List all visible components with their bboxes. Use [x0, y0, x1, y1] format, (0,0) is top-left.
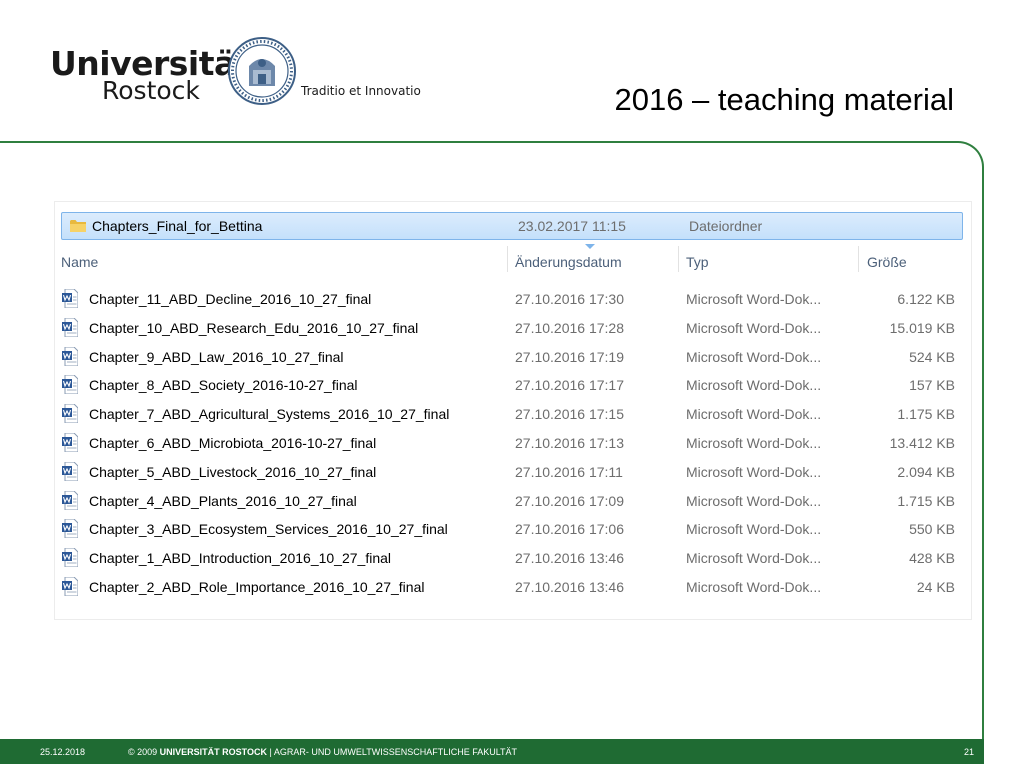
file-modified-date: 27.10.2016 17:19 — [515, 348, 624, 365]
file-name: Chapter_9_ABD_Law_2016_10_27_final — [89, 348, 344, 365]
sort-arrow-icon — [585, 244, 595, 249]
file-type: Microsoft Word-Dok... — [686, 291, 822, 307]
file-explorer: Chapters_Final_for_Bettina 23.02.2017 11… — [54, 201, 972, 620]
file-name: Chapter_7_ABD_Agricultural_Systems_2016_… — [89, 406, 450, 423]
file-size: 524 KB — [909, 348, 955, 365]
file-size: 1.175 KB — [897, 406, 955, 423]
word-document-icon — [62, 346, 78, 366]
file-modified-date: 27.10.2016 17:15 — [515, 406, 624, 423]
file-row[interactable]: Chapter_5_ABD_Livestock_2016_10_27_final… — [55, 459, 971, 488]
file-type: Microsoft Word-Dok... — [686, 377, 822, 394]
file-size: 24 KB — [916, 579, 955, 595]
file-row[interactable]: Chapter_11_ABD_Decline_2016_10_27_final 2… — [55, 286, 971, 315]
file-size: 6.122 KB — [897, 291, 955, 307]
file-row[interactable]: Chapter_9_ABD_Law_2016_10_27_final 27.10.… — [55, 344, 971, 373]
column-header-name[interactable]: Name — [61, 254, 98, 270]
file-type: Microsoft Word-Dok... — [686, 406, 822, 423]
file-size: 550 KB — [909, 521, 955, 538]
word-document-icon — [62, 375, 78, 395]
word-document-icon — [62, 490, 78, 510]
file-type: Microsoft Word-Dok... — [686, 550, 822, 567]
file-size: 13.412 KB — [889, 435, 955, 451]
file-size: 1.715 KB — [897, 492, 955, 509]
file-type: Microsoft Word-Dok... — [686, 492, 822, 509]
folder-type: Dateiordner — [689, 218, 763, 234]
file-row[interactable]: Chapter_8_ABD_Society_2016-10-27_final 27… — [55, 372, 971, 401]
page-title: 2016 – teaching material — [614, 82, 954, 117]
file-size: 157 KB — [909, 377, 955, 394]
file-modified-date: 27.10.2016 13:46 — [515, 550, 624, 567]
column-separator[interactable] — [507, 246, 508, 272]
file-row[interactable]: Chapter_3_ABD_Ecosystem_Services_2016_10… — [55, 516, 971, 545]
word-document-icon — [62, 461, 78, 481]
column-header-type[interactable]: Typ — [686, 254, 709, 270]
footer-page-number: 21 — [963, 747, 974, 757]
logo-word-rostock: Rostock — [102, 76, 200, 105]
file-modified-date: 27.10.2016 17:30 — [515, 291, 624, 307]
file-type: Microsoft Word-Dok... — [686, 435, 822, 451]
file-name: Chapter_8_ABD_Society_2016-10-27_final — [89, 377, 358, 394]
file-row[interactable]: Chapter_7_ABD_Agricultural_Systems_2016_… — [55, 401, 971, 430]
file-modified-date: 27.10.2016 17:09 — [515, 492, 624, 509]
folder-row-selected[interactable]: Chapters_Final_for_Bettina 23.02.2017 11… — [61, 212, 963, 240]
file-name: Chapter_1_ABD_Introduction_2016_10_27_fi… — [89, 550, 392, 567]
file-type: Microsoft Word-Dok... — [686, 579, 822, 595]
file-name: Chapter_11_ABD_Decline_2016_10_27_final — [89, 291, 372, 307]
file-row[interactable]: Chapter_6_ABD_Microbiota_2016-10-27_fina… — [55, 430, 971, 459]
column-header-date[interactable]: Änderungsdatum — [515, 254, 622, 270]
footer-copyright: © 2009 UNIVERSITÄT ROSTOCK | AGRAR- UND … — [128, 747, 517, 757]
file-type: Microsoft Word-Dok... — [686, 463, 822, 480]
word-document-icon — [62, 433, 78, 452]
file-size: 2.094 KB — [897, 463, 955, 480]
folder-name: Chapters_Final_for_Bettina — [92, 218, 263, 234]
file-size: 15.019 KB — [889, 319, 955, 336]
university-seal-icon — [228, 37, 296, 105]
slide-footer: 25.12.2018 © 2009 UNIVERSITÄT ROSTOCK | … — [0, 739, 984, 764]
file-name: Chapter_3_ABD_Ecosystem_Services_2016_10… — [89, 521, 448, 538]
footer-faculty: | AGRAR- UND UMWELTWISSENSCHAFTLICHE FAK… — [269, 747, 518, 757]
file-type: Microsoft Word-Dok... — [686, 319, 822, 336]
folder-date: 23.02.2017 11:15 — [518, 218, 626, 234]
footer-copyright-symbol: © 2009 — [128, 747, 158, 757]
word-document-icon — [62, 404, 78, 424]
file-modified-date: 27.10.2016 17:28 — [515, 319, 624, 336]
footer-date: 25.12.2018 — [40, 747, 86, 757]
file-modified-date: 27.10.2016 13:46 — [515, 579, 624, 595]
footer-university: UNIVERSITÄT ROSTOCK — [159, 747, 268, 757]
column-header-size[interactable]: Größe — [867, 254, 907, 270]
word-document-icon — [62, 289, 78, 308]
column-separator[interactable] — [678, 246, 679, 272]
word-document-icon — [62, 317, 78, 337]
file-row[interactable]: Chapter_10_ABD_Research_Edu_2016_10_27_f… — [55, 315, 971, 344]
file-size: 428 KB — [909, 550, 955, 567]
file-modified-date: 27.10.2016 17:06 — [515, 521, 624, 538]
file-name: Chapter_5_ABD_Livestock_2016_10_27_final — [89, 463, 377, 480]
file-type: Microsoft Word-Dok... — [686, 521, 822, 538]
file-modified-date: 27.10.2016 17:17 — [515, 377, 624, 394]
file-name: Chapter_2_ABD_Role_Importance_2016_10_27… — [89, 579, 425, 595]
word-document-icon — [62, 548, 78, 568]
file-modified-date: 27.10.2016 17:13 — [515, 435, 624, 451]
file-name: Chapter_4_ABD_Plants_2016_10_27_final — [89, 492, 357, 509]
file-row[interactable]: Chapter_4_ABD_Plants_2016_10_27_final 27.… — [55, 488, 971, 517]
folder-icon — [70, 220, 86, 232]
file-name: Chapter_6_ABD_Microbiota_2016-10-27_fina… — [89, 435, 377, 451]
file-type: Microsoft Word-Dok... — [686, 348, 822, 365]
file-modified-date: 27.10.2016 17:11 — [515, 463, 623, 480]
logo-motto: Traditio et Innovatio — [301, 84, 421, 98]
column-separator[interactable] — [858, 246, 859, 272]
word-document-icon — [62, 577, 78, 596]
file-row[interactable]: Chapter_1_ABD_Introduction_2016_10_27_fi… — [55, 545, 971, 574]
file-row[interactable]: Chapter_2_ABD_Role_Importance_2016_10_27… — [55, 574, 971, 603]
file-name: Chapter_10_ABD_Research_Edu_2016_10_27_f… — [89, 319, 419, 336]
word-document-icon — [62, 519, 78, 539]
